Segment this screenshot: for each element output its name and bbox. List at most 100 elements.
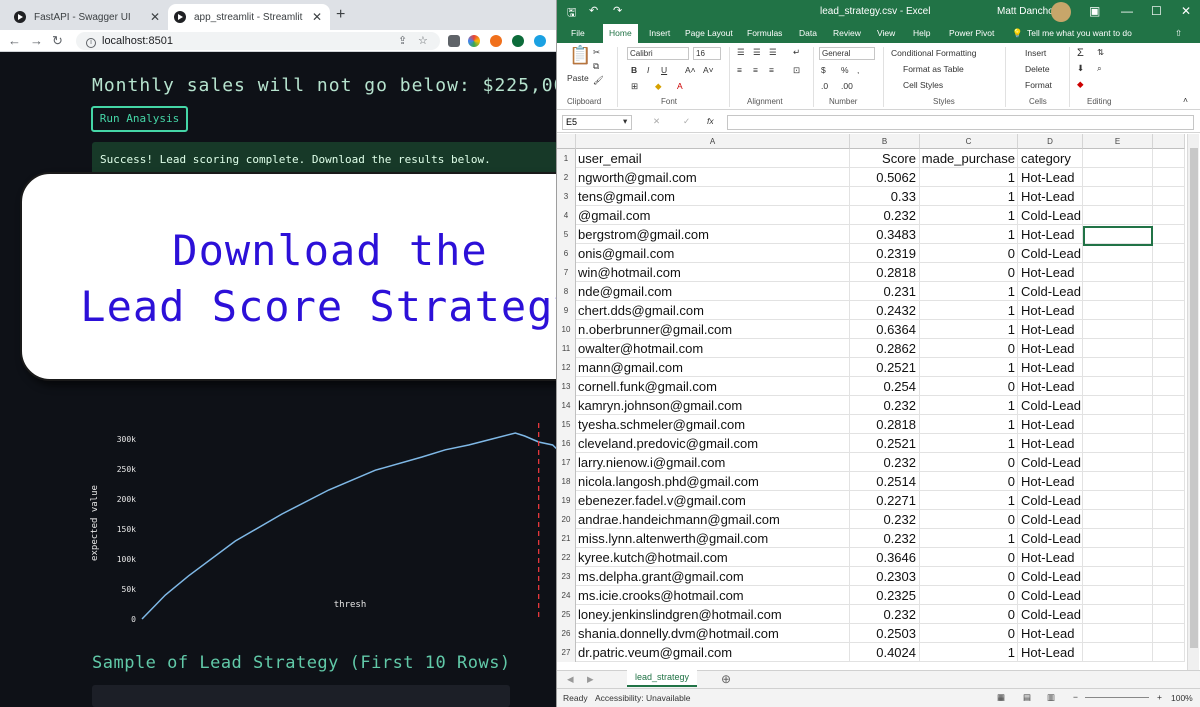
copy-icon[interactable]: ⧉ [593, 61, 599, 72]
tell-me-search[interactable]: Tell me what you want to do [1027, 28, 1132, 38]
column-header-b[interactable]: B [850, 134, 920, 149]
save-icon[interactable]: 🖫 [567, 4, 576, 23]
cell[interactable]: 1 [920, 396, 1018, 415]
accessibility-status[interactable]: Accessibility: Unavailable [595, 693, 690, 703]
row-number[interactable]: 17 [557, 453, 576, 472]
increase-font-icon[interactable]: A˄ [685, 65, 696, 75]
zoom-in-icon[interactable]: + [1157, 692, 1162, 702]
cell[interactable]: 0.4024 [850, 643, 920, 662]
row-number[interactable]: 13 [557, 377, 576, 396]
selected-cell[interactable] [1083, 226, 1153, 246]
avatar[interactable] [1051, 2, 1071, 22]
share-icon[interactable]: ⇪ [398, 32, 407, 50]
comma-icon[interactable]: , [857, 65, 859, 75]
zoom-out-icon[interactable]: − [1073, 692, 1078, 702]
cell[interactable]: Hot-Lead [1018, 301, 1083, 320]
cell[interactable]: 1 [920, 225, 1018, 244]
font-color-icon[interactable]: A [677, 81, 683, 91]
cell[interactable]: 0.6364 [850, 320, 920, 339]
site-info-icon[interactable]: i [86, 38, 96, 48]
cell[interactable] [1153, 529, 1185, 548]
cell[interactable] [1083, 263, 1153, 282]
decrease-font-icon[interactable]: A˅ [703, 65, 714, 75]
cell[interactable] [1153, 168, 1185, 187]
cell[interactable] [1083, 624, 1153, 643]
cell[interactable]: 1 [920, 434, 1018, 453]
cell[interactable] [1153, 472, 1185, 491]
cell[interactable]: 0.2325 [850, 586, 920, 605]
align-right-icon[interactable]: ≡ [769, 65, 774, 75]
insert-function-icon[interactable]: fx [707, 116, 714, 126]
scroll-thumb[interactable] [1190, 148, 1198, 648]
cell[interactable] [1083, 586, 1153, 605]
cell[interactable]: 0 [920, 605, 1018, 624]
row-number[interactable]: 16 [557, 434, 576, 453]
extension-icon[interactable] [512, 35, 524, 47]
cell[interactable] [1153, 263, 1185, 282]
row-number[interactable]: 25 [557, 605, 576, 624]
row-number[interactable]: 21 [557, 529, 576, 548]
cell[interactable] [1083, 244, 1153, 263]
column-header-e[interactable]: E [1083, 134, 1153, 149]
cell[interactable]: Hot-Lead [1018, 168, 1083, 187]
cell[interactable]: 0.2521 [850, 434, 920, 453]
tab-view[interactable]: View [877, 28, 895, 38]
tab-data[interactable]: Data [799, 28, 817, 38]
back-icon[interactable]: ← [8, 33, 21, 48]
row-number[interactable]: 22 [557, 548, 576, 567]
tab-home[interactable]: Home [603, 24, 638, 43]
cell[interactable] [1153, 358, 1185, 377]
cell[interactable]: 0.232 [850, 529, 920, 548]
cell[interactable]: Hot-Lead [1018, 339, 1083, 358]
cell[interactable] [1083, 358, 1153, 377]
undo-icon[interactable]: ↶ [589, 4, 598, 17]
cell[interactable]: 0 [920, 377, 1018, 396]
conditional-formatting-button[interactable]: Conditional Formatting [891, 48, 977, 58]
percent-icon[interactable]: % [841, 65, 849, 75]
cell[interactable]: 0.3646 [850, 548, 920, 567]
cell[interactable]: Hot-Lead [1018, 434, 1083, 453]
cell[interactable]: 0.2521 [850, 358, 920, 377]
forward-icon[interactable]: → [30, 33, 43, 48]
cell[interactable]: Cold-Lead [1018, 605, 1083, 624]
format-cells-button[interactable]: Format [1025, 80, 1052, 90]
currency-icon[interactable]: $ [821, 65, 826, 75]
cell[interactable]: 0.2303 [850, 567, 920, 586]
row-number[interactable]: 9 [557, 301, 576, 320]
fill-icon[interactable]: ⬇ [1077, 63, 1084, 74]
cell[interactable]: 0.2319 [850, 244, 920, 263]
cell[interactable] [1083, 149, 1153, 168]
cell[interactable]: Hot-Lead [1018, 320, 1083, 339]
cell[interactable]: 1 [920, 358, 1018, 377]
cell[interactable]: Cold-Lead [1018, 244, 1083, 263]
italic-icon[interactable]: I [647, 65, 649, 75]
share-icon[interactable]: ⇧ [1175, 28, 1182, 39]
minimize-icon[interactable]: — [1121, 4, 1133, 18]
cell[interactable]: 1 [920, 491, 1018, 510]
cell[interactable] [1083, 187, 1153, 206]
cell[interactable] [1083, 491, 1153, 510]
tab-help[interactable]: Help [913, 28, 930, 38]
find-select-icon[interactable]: ⌕ [1097, 63, 1102, 74]
align-top-icon[interactable]: ☰ [737, 47, 745, 58]
row-number[interactable]: 11 [557, 339, 576, 358]
row-number[interactable]: 10 [557, 320, 576, 339]
cell[interactable]: 1 [920, 529, 1018, 548]
cell[interactable] [1153, 586, 1185, 605]
cut-icon[interactable]: ✂ [593, 47, 600, 58]
autosum-icon[interactable]: Σ [1077, 47, 1084, 59]
cell[interactable] [1153, 187, 1185, 206]
number-format-select[interactable]: General [819, 47, 875, 60]
cell[interactable]: 0.33 [850, 187, 920, 206]
cell[interactable]: 0 [920, 567, 1018, 586]
next-sheet-icon[interactable]: ▶ [587, 674, 594, 685]
cell[interactable]: Cold-Lead [1018, 282, 1083, 301]
cell[interactable]: Hot-Lead [1018, 548, 1083, 567]
cell[interactable]: Cold-Lead [1018, 491, 1083, 510]
cell[interactable]: ms.delpha.grant@gmail.com [576, 567, 850, 586]
tab-file[interactable]: File [571, 28, 585, 38]
cell[interactable]: nicola.langosh.phd@gmail.com [576, 472, 850, 491]
cell[interactable] [1153, 225, 1185, 244]
cell[interactable] [1153, 301, 1185, 320]
close-tab-icon[interactable]: ✕ [312, 10, 322, 24]
